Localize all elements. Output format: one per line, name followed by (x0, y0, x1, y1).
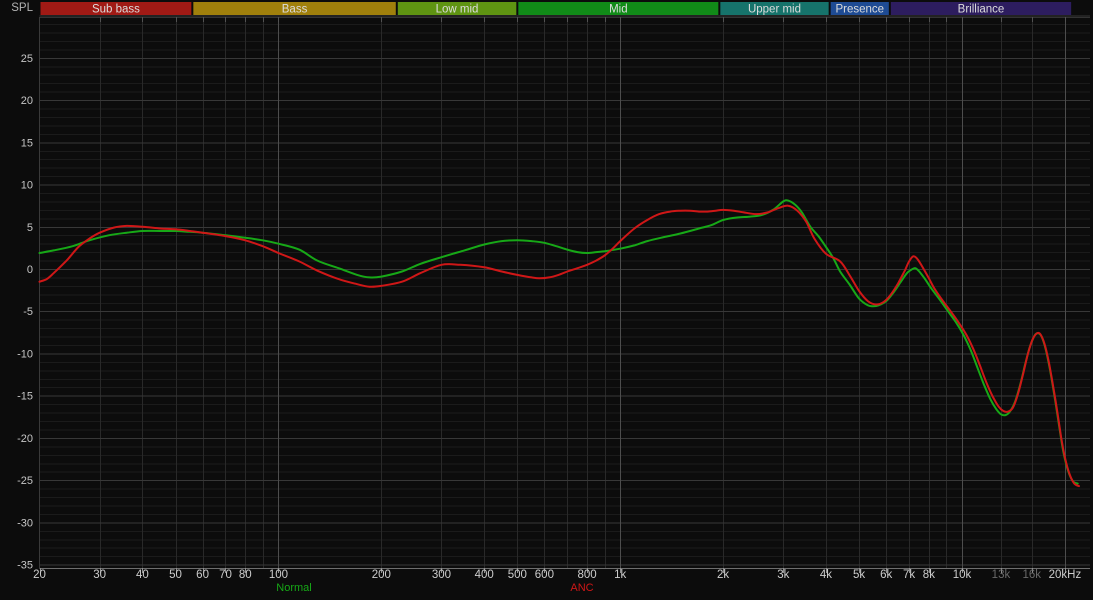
x-tick-label: 30 (93, 569, 106, 581)
x-tick-label: 300 (432, 569, 451, 581)
band-label-sub-bass: Sub bass (92, 4, 140, 16)
x-axis-labels: 20 30 40 50 60 70 80 100 200 300 400 500 600 800 1k 2k 3… (33, 569, 1081, 581)
x-tick-label: 20kHz (1049, 569, 1082, 581)
y-tick-label: 15 (21, 137, 33, 149)
y-tick-label: 0 (27, 264, 33, 276)
x-tick-label: 2k (717, 569, 729, 581)
y-tick-label: 20 (21, 95, 33, 107)
x-tick-label: 600 (535, 569, 554, 581)
x-tick-label: 60 (196, 569, 209, 581)
band-bar: Sub bass Bass Low mid Mid Upper mid Presence B… (40, 2, 1072, 16)
y-tick-label: -35 (17, 560, 33, 572)
y-tick-label: 10 (21, 180, 33, 192)
band-label-presence: Presence (835, 4, 884, 16)
band-label-brilliance: Brilliance (958, 4, 1005, 16)
x-tick-label: 400 (475, 569, 494, 581)
x-tick-label: 20 (33, 569, 46, 581)
x-tick-label: 40 (136, 569, 149, 581)
x-tick-label: 500 (508, 569, 527, 581)
legend-item-anc[interactable]: ANC (537, 582, 627, 594)
x-tick-label: 16k (1023, 569, 1042, 581)
x-tick-label: 10k (953, 569, 972, 581)
band-label-mid: Mid (609, 4, 628, 16)
x-tick-label: 200 (372, 569, 391, 581)
x-tick-label: 5k (853, 569, 865, 581)
frequency-response-chart: Sub bass Bass Low mid Mid Upper mid Presence B… (17, 2, 1090, 581)
gridlines (39, 15, 1090, 568)
x-tick-label: 1k (614, 569, 626, 581)
x-tick-label: 80 (239, 569, 252, 581)
y-axis-labels: 25 20 15 10 5 0 -5 -10 -15 -20 -25 -30 -35 (17, 53, 33, 572)
x-tick-label: 7k (903, 569, 915, 581)
legend-item-normal[interactable]: Normal (249, 582, 339, 594)
y-tick-label: -20 (17, 433, 33, 445)
band-label-upper-mid: Upper mid (748, 4, 801, 16)
x-tick-label: 100 (269, 569, 288, 581)
y-tick-label: 5 (27, 222, 33, 234)
y-tick-label: -5 (23, 306, 33, 318)
spl-axis-label: SPL (11, 2, 33, 14)
y-tick-label: 25 (21, 53, 33, 65)
y-tick-label: -15 (17, 391, 33, 403)
x-tick-label: 70 (219, 569, 232, 581)
x-tick-label: 800 (577, 569, 596, 581)
fr-graph-panel: Sub bass Bass Low mid Mid Upper mid Presence B… (0, 0, 1093, 600)
x-tick-label: 4k (820, 569, 832, 581)
y-tick-label: -30 (17, 517, 33, 529)
x-tick-label: 13k (992, 569, 1011, 581)
x-tick-label: 8k (923, 569, 935, 581)
x-tick-label: 50 (169, 569, 182, 581)
y-tick-label: -25 (17, 475, 33, 487)
band-label-low-mid: Low mid (436, 4, 479, 16)
fr-curve-normal[interactable] (38, 199, 1079, 485)
x-tick-label: 6k (880, 569, 892, 581)
y-tick-label: -10 (17, 348, 33, 360)
band-label-bass: Bass (282, 4, 308, 16)
x-tick-label: 3k (777, 569, 789, 581)
